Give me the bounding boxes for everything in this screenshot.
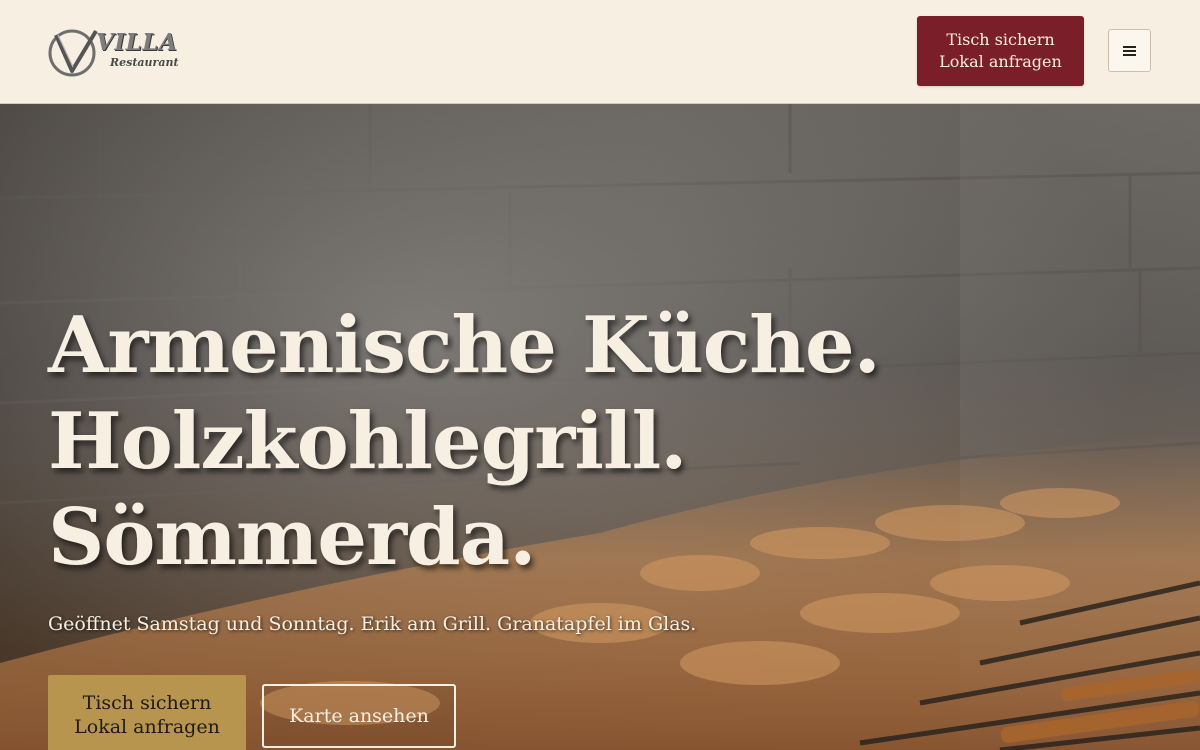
hero-reserve-line2: Lokal anfragen xyxy=(74,716,220,738)
reserve-button-line1: Tisch sichern xyxy=(946,30,1055,49)
hero-reserve-line1: Tisch sichern xyxy=(82,692,212,714)
villa-logo[interactable]: VILLA Restaurant xyxy=(48,27,193,79)
headline-line-1: Armenische Küche. xyxy=(48,300,881,391)
site-header: VILLA Restaurant Tisch sichern Lokal anf… xyxy=(0,0,1200,104)
hero-headline: Armenische Küche. Holzkohlegrill. Sömmer… xyxy=(48,298,881,586)
brand-name: VILLA xyxy=(96,29,178,56)
reserve-button-line2: Lokal anfragen xyxy=(939,52,1062,71)
hero-reserve-button[interactable]: Tisch sichern Lokal anfragen xyxy=(48,675,246,750)
headline-line-2: Holzkohlegrill. xyxy=(48,396,687,487)
hamburger-menu-icon xyxy=(1123,45,1136,56)
reserve-table-button[interactable]: Tisch sichern Lokal anfragen xyxy=(917,16,1084,86)
view-menu-button[interactable]: Karte ansehen xyxy=(262,684,456,748)
headline-line-3: Sömmerda. xyxy=(48,492,536,583)
brand-subtitle: Restaurant xyxy=(110,56,179,69)
hero-section: Armenische Küche. Holzkohlegrill. Sömmer… xyxy=(0,103,1200,750)
menu-toggle-button[interactable] xyxy=(1108,29,1151,72)
hero-tagline: Geöffnet Samstag und Sonntag. Erik am Gr… xyxy=(48,613,697,635)
